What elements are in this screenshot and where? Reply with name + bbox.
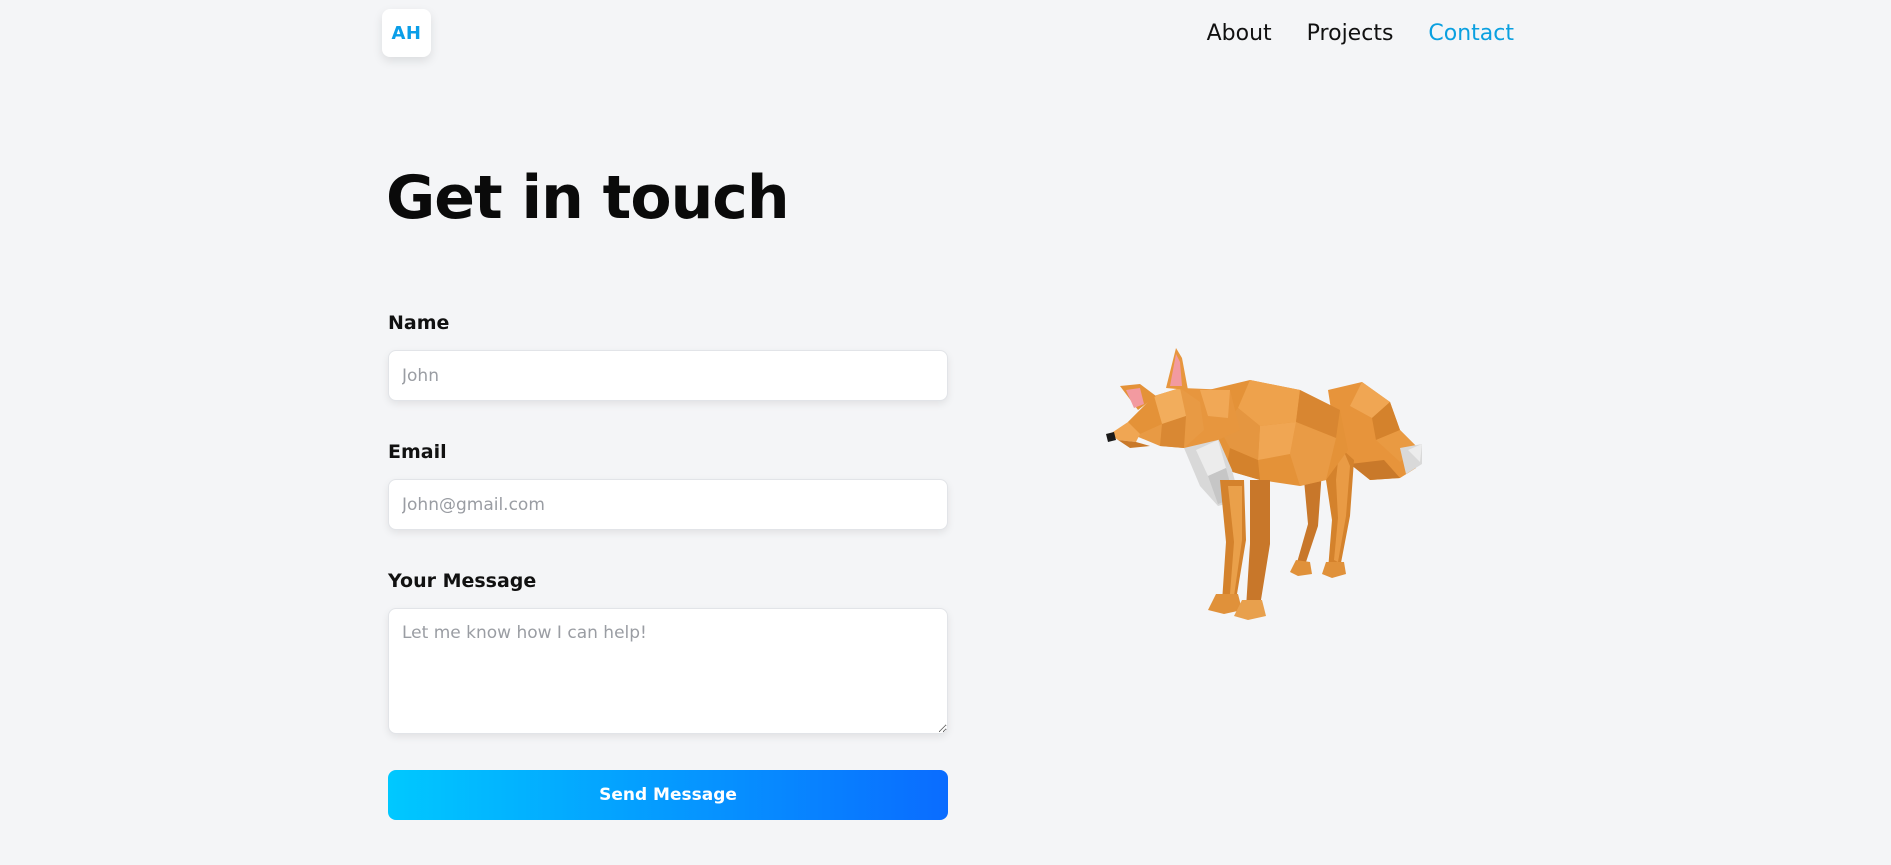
name-field-group: Name [388, 312, 948, 401]
email-label: Email [388, 441, 447, 463]
nav-link-projects[interactable]: Projects [1307, 20, 1394, 48]
message-textarea[interactable] [388, 608, 948, 734]
fox-icon [1106, 348, 1422, 620]
send-message-button[interactable]: Send Message [388, 770, 948, 820]
logo-text: AH [391, 22, 422, 44]
name-input[interactable] [388, 350, 948, 401]
email-input[interactable] [388, 479, 948, 530]
name-label: Name [388, 312, 450, 334]
nav-link-contact[interactable]: Contact [1428, 20, 1514, 48]
logo[interactable]: AH [382, 9, 431, 57]
email-field-group: Email [388, 441, 948, 530]
message-field-group: Your Message [388, 570, 948, 734]
page-title: Get in touch [386, 163, 790, 233]
contact-form: Name Email Your Message Send Message [388, 312, 948, 820]
contact-page: AH About Projects Contact Get in touch N… [0, 0, 1891, 865]
main-nav: About Projects Contact [1207, 20, 1514, 48]
message-label: Your Message [388, 570, 537, 592]
nav-link-about[interactable]: About [1207, 20, 1272, 48]
